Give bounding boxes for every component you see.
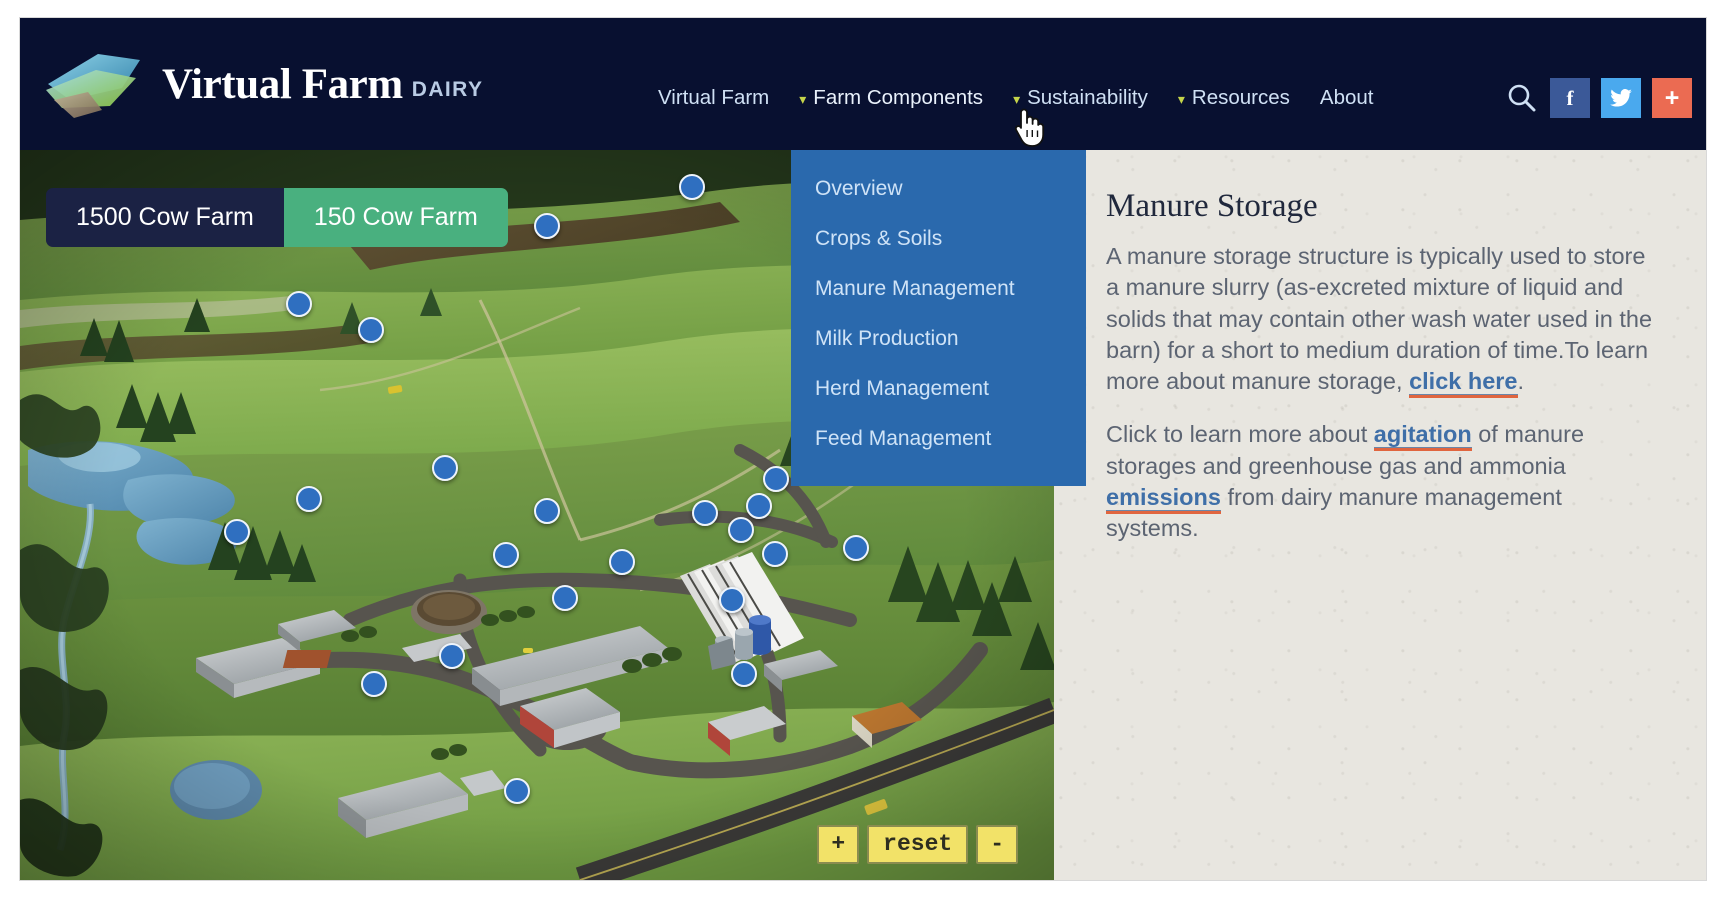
- map-hotspot[interactable]: [358, 317, 384, 343]
- chevron-down-icon: ▾: [1177, 91, 1185, 107]
- brand-name: Virtual Farm: [162, 60, 403, 108]
- map-hotspot[interactable]: [493, 542, 519, 568]
- chevron-down-icon: ▾: [799, 91, 807, 107]
- search-icon[interactable]: [1505, 81, 1539, 115]
- map-hotspot[interactable]: [296, 486, 322, 512]
- dropdown-item-herd-management[interactable]: Herd Management: [791, 364, 1086, 414]
- nav-label: Sustainability: [1027, 86, 1148, 109]
- zoom-in-button[interactable]: +: [817, 825, 860, 864]
- panel-paragraph-2: Click to learn more about agitation of m…: [1106, 419, 1654, 544]
- map-hotspot[interactable]: [534, 213, 560, 239]
- map-hotspot[interactable]: [504, 778, 530, 804]
- farm-toggle-1500[interactable]: 1500 Cow Farm: [46, 188, 284, 247]
- map-hotspot[interactable]: [361, 671, 387, 697]
- page-title: Manure Storage: [1106, 188, 1318, 224]
- map-hotspot[interactable]: [731, 661, 757, 687]
- main-nav: Virtual Farm ▾ Farm Components ▾ Sustain…: [656, 82, 1376, 114]
- nav-label: Farm Components: [813, 86, 984, 109]
- map-hotspot[interactable]: [439, 643, 465, 669]
- twitter-icon[interactable]: [1601, 78, 1641, 118]
- map-hotspot[interactable]: [746, 493, 772, 519]
- dropdown-item-milk-production[interactable]: Milk Production: [791, 314, 1086, 364]
- map-hotspot[interactable]: [432, 455, 458, 481]
- facebook-icon[interactable]: f: [1550, 78, 1590, 118]
- map-hotspot[interactable]: [692, 500, 718, 526]
- zoom-out-button[interactable]: -: [976, 825, 1018, 864]
- map-hotspot[interactable]: [762, 541, 788, 567]
- info-panel: Manure Storage A manure storage structur…: [1054, 150, 1706, 880]
- map-hotspot[interactable]: [286, 291, 312, 317]
- header-tools: f +: [1505, 78, 1692, 118]
- map-hotspot[interactable]: [763, 466, 789, 492]
- nav-item-sustainability[interactable]: ▾ Sustainability: [1011, 82, 1150, 114]
- nav-item-farm-components[interactable]: ▾ Farm Components: [797, 82, 985, 114]
- agitation-link[interactable]: agitation: [1373, 421, 1472, 452]
- dropdown-item-manure-management[interactable]: Manure Management: [791, 264, 1086, 314]
- site-frame: Virtual Farm DAIRY Virtual Farm ▾ Farm Co…: [20, 18, 1706, 880]
- dropdown-item-crops-soils[interactable]: Crops & Soils: [791, 214, 1086, 264]
- brand-suffix: DAIRY: [411, 77, 484, 101]
- map-hotspot[interactable]: [534, 498, 560, 524]
- map-hotspot[interactable]: [719, 587, 745, 613]
- map-zoom-controls: + reset -: [817, 825, 1018, 864]
- map-hotspot[interactable]: [728, 517, 754, 543]
- panel-paragraph-1: A manure storage structure is typically …: [1106, 241, 1654, 398]
- site-header: Virtual Farm DAIRY Virtual Farm ▾ Farm Co…: [20, 18, 1706, 150]
- emissions-link[interactable]: emissions: [1106, 483, 1221, 514]
- dropdown-item-feed-management[interactable]: Feed Management: [791, 414, 1086, 464]
- map-hotspot[interactable]: [679, 174, 705, 200]
- click-here-link[interactable]: click here: [1409, 368, 1518, 398]
- nav-label: Virtual Farm: [658, 86, 770, 109]
- dropdown-item-overview[interactable]: Overview: [791, 164, 1086, 214]
- nav-item-virtual-farm[interactable]: Virtual Farm: [656, 82, 771, 114]
- nav-label: About: [1319, 86, 1374, 109]
- map-hotspot[interactable]: [552, 585, 578, 611]
- map-hotspot[interactable]: [224, 519, 250, 545]
- dropdown-farm-components: Overview Crops & Soils Manure Management…: [791, 150, 1086, 486]
- farm-size-toggle: 1500 Cow Farm 150 Cow Farm: [46, 188, 508, 247]
- map-hotspot[interactable]: [609, 549, 635, 575]
- farm-toggle-150[interactable]: 150 Cow Farm: [283, 188, 508, 247]
- logo-mark-icon: [40, 48, 148, 120]
- chevron-down-icon: ▾: [1013, 91, 1021, 107]
- para2-text-a: Click to learn more about: [1106, 421, 1374, 448]
- brand-title: Virtual Farm DAIRY: [162, 63, 483, 106]
- page-root: Virtual Farm DAIRY Virtual Farm ▾ Farm Co…: [0, 0, 1726, 898]
- zoom-reset-button[interactable]: reset: [867, 825, 969, 864]
- nav-item-about[interactable]: About: [1318, 82, 1376, 114]
- nav-label: Resources: [1191, 86, 1290, 109]
- site-logo[interactable]: Virtual Farm DAIRY: [40, 48, 483, 120]
- para1-text-a: A manure storage structure is typically …: [1106, 243, 1653, 394]
- nav-item-resources[interactable]: ▾ Resources: [1176, 82, 1292, 114]
- para1-text-b: .: [1517, 368, 1525, 394]
- map-hotspot[interactable]: [843, 535, 869, 561]
- share-plus-icon[interactable]: +: [1652, 78, 1692, 118]
